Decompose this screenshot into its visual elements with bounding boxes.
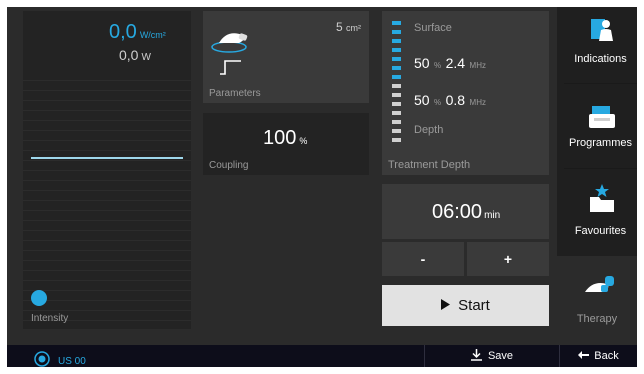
applicator-area: 5 cm² [336, 20, 361, 34]
play-icon [441, 297, 451, 314]
timer-readout: 06:00 min [432, 201, 500, 224]
back-label: Back [594, 350, 619, 362]
start-button[interactable]: Start [382, 285, 549, 326]
device-status[interactable]: US 00 [34, 351, 86, 372]
applicator-icon [209, 21, 253, 60]
back-arrow-icon [578, 350, 590, 362]
coupling-value: 100 [263, 127, 297, 149]
depth-row-1: 50 % 2.4 MHz [414, 55, 486, 73]
depth-bar [392, 66, 401, 70]
intensity-label: Intensity [31, 313, 69, 324]
download-icon [470, 348, 482, 364]
depth-bar [392, 138, 401, 142]
timer-panel[interactable]: 06:00 min [382, 184, 549, 239]
treatment-depth-panel[interactable]: Surface 50 % 2.4 MHz 50 % 0.8 MHz Depth … [382, 11, 549, 175]
coupling-readout: 100% [263, 127, 307, 150]
sidebar-item-favourites[interactable]: Favourites [564, 169, 637, 254]
sidebar-item-label: Favourites [574, 225, 627, 237]
row1-percent-unit: % [434, 61, 442, 70]
sidebar-item-label: Indications [574, 53, 627, 65]
coupling-unit: % [299, 136, 308, 146]
save-label: Save [487, 350, 514, 362]
row2-percent-unit: % [434, 98, 442, 107]
depth-bar [392, 57, 401, 61]
depth-bar [392, 129, 401, 133]
timer-unit: min [484, 210, 501, 221]
intensity-indicator-dot[interactable] [31, 290, 47, 306]
sidebar-item-label: Therapy [576, 313, 618, 325]
parameters-panel[interactable]: 5 cm² Parameters [203, 11, 369, 103]
power-value: 0,0 [119, 47, 139, 63]
depth-bar [392, 75, 401, 79]
programmes-icon [588, 104, 616, 133]
depth-row-2: 50 % 0.8 MHz [414, 92, 486, 110]
save-button[interactable]: Save [425, 345, 559, 367]
depth-bar [392, 21, 401, 25]
row2-freq: 0.8 [445, 92, 466, 108]
power-density-unit: W/cm² [139, 30, 166, 40]
depth-bar [392, 48, 401, 52]
therapy-icon [583, 272, 617, 303]
row1-freq: 2.4 [445, 55, 466, 71]
depth-scale [392, 21, 401, 142]
sidebar-item-indications[interactable]: Indications [564, 7, 637, 83]
power-unit: W [141, 52, 151, 63]
depth-bar [392, 93, 401, 97]
continuous-wave-icon [219, 59, 243, 80]
treatment-depth-label: Treatment Depth [388, 159, 471, 171]
area-unit: cm² [346, 23, 361, 33]
surface-label: Surface [414, 22, 452, 34]
depth-bar [392, 102, 401, 106]
depth-bar [392, 39, 401, 43]
start-button-label: Start [458, 297, 490, 314]
favourites-icon [588, 183, 616, 216]
row1-percent: 50 [414, 55, 430, 71]
power-density-value: 0,0 [109, 21, 137, 43]
depth-bar [392, 30, 401, 34]
intensity-panel[interactable]: 0,0 W/cm² 0,0 W Intensity [23, 11, 191, 329]
timer-minus-button[interactable]: - [382, 242, 464, 276]
power-density-readout: 0,0 W/cm² [109, 21, 166, 44]
depth-bar [392, 84, 401, 88]
sidebar-item-label: Programmes [569, 137, 632, 149]
depth-label: Depth [414, 124, 444, 136]
intensity-level-line [31, 157, 183, 159]
power-readout: 0,0 W [119, 47, 151, 63]
sidebar-item-therapy[interactable]: Therapy [557, 256, 637, 345]
back-button[interactable]: Back [560, 345, 637, 367]
depth-bar [392, 111, 401, 115]
parameters-label: Parameters [209, 88, 261, 99]
sidebar-item-programmes[interactable]: Programmes [564, 84, 637, 168]
row2-percent: 50 [414, 92, 430, 108]
row2-freq-unit: MHz [469, 98, 486, 107]
ultrasound-channel-icon [34, 351, 50, 372]
row1-freq-unit: MHz [469, 61, 486, 70]
coupling-label: Coupling [209, 160, 249, 171]
timer-value: 06:00 [432, 201, 483, 223]
device-label: US 00 [58, 356, 86, 367]
area-value: 5 [335, 20, 343, 34]
depth-bar [392, 120, 401, 124]
timer-plus-button[interactable]: + [467, 242, 549, 276]
indications-icon [589, 17, 615, 46]
coupling-panel: 100% Coupling [203, 113, 369, 175]
